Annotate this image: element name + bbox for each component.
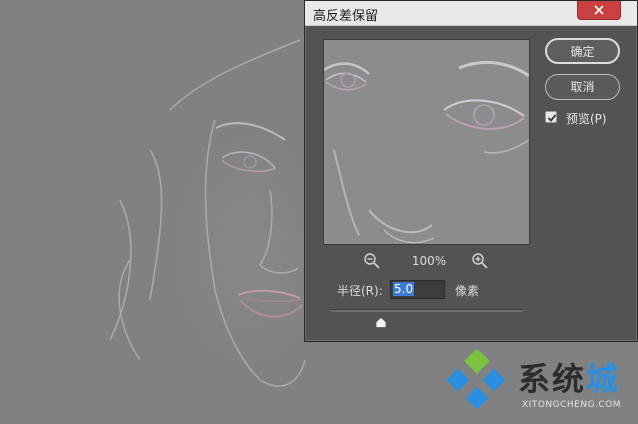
watermark-subtext: XITONGCHENG.COM (522, 400, 622, 410)
dialog-title: 高反差保留 (313, 9, 379, 24)
radius-label: 半径(R): (337, 284, 383, 298)
radius-slider[interactable] (331, 309, 523, 312)
watermark-text: 系统城 (518, 354, 620, 400)
watermark: 系统城 XITONGCHENG.COM (444, 350, 638, 424)
close-icon (594, 5, 604, 15)
title-bar[interactable]: 高反差保留 (305, 1, 637, 26)
preview-label: 预览(P) (566, 112, 607, 126)
zoom-in-button[interactable] (471, 252, 489, 270)
checkmark-icon (547, 114, 557, 122)
filter-preview[interactable] (323, 39, 530, 245)
ok-button[interactable]: 确定 (545, 38, 620, 64)
preview-checkbox[interactable] (545, 111, 557, 123)
zoom-out-icon (364, 253, 380, 269)
watermark-logo-icon (446, 350, 506, 410)
zoom-in-icon (472, 253, 488, 269)
zoom-out-button[interactable] (363, 252, 381, 270)
radius-unit: 像素 (455, 284, 480, 298)
high-pass-dialog: 高反差保留 100% 半径(R): 5.0 像素 确定 取消 预览(P) (304, 0, 638, 342)
radius-input[interactable]: 5.0 (390, 280, 445, 299)
zoom-level: 100% (411, 254, 447, 268)
close-button[interactable] (577, 1, 621, 20)
preview-image (324, 40, 529, 244)
zoom-controls: 100% (323, 252, 530, 270)
slider-thumb-icon (375, 316, 387, 328)
cancel-button[interactable]: 取消 (545, 74, 620, 100)
watermark-text-part1: 系统 (518, 360, 587, 398)
preview-checkbox-row[interactable]: 预览(P) (545, 110, 625, 126)
radius-value: 5.0 (393, 282, 415, 296)
watermark-text-part2: 城 (586, 360, 621, 398)
radius-slider-thumb[interactable] (375, 313, 387, 328)
